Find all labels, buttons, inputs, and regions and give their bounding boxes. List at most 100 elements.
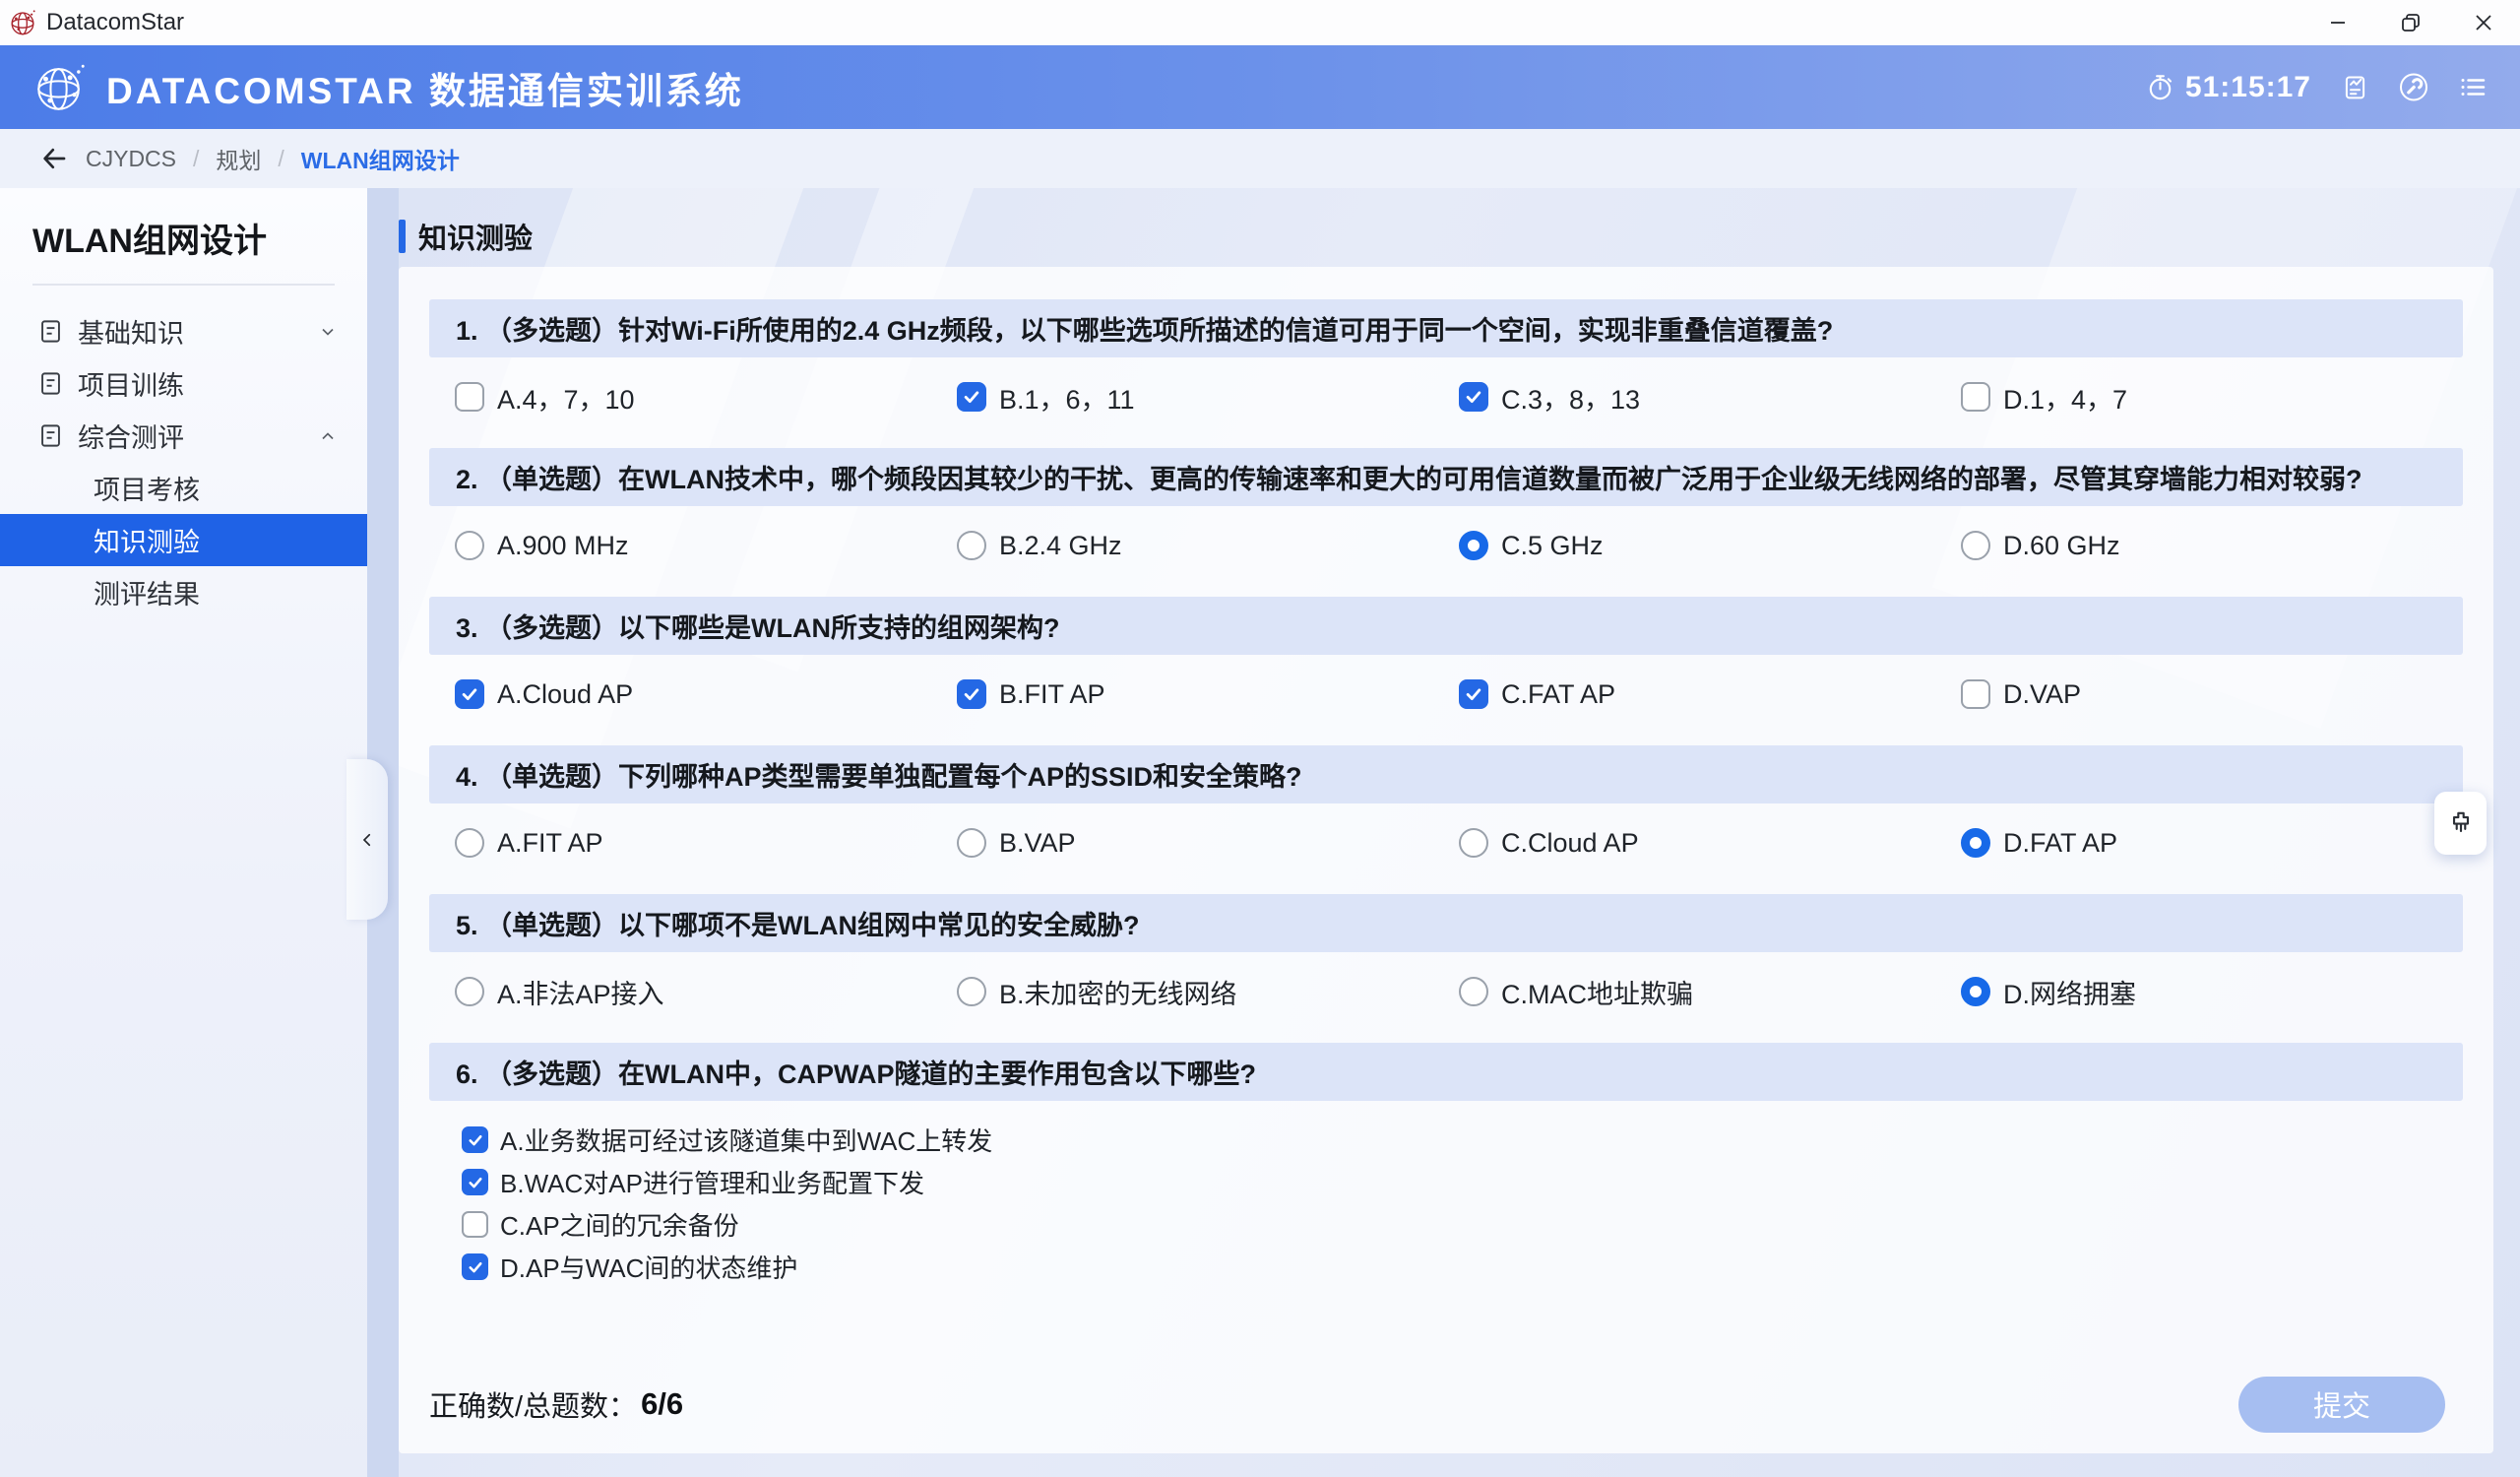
exam-report-button[interactable] [2339,72,2370,103]
brand: DATACOMSTAR 数据通信实训系统 [32,59,744,116]
sidebar-item-label: 综合测评 [78,417,184,455]
radio-icon[interactable] [455,828,484,858]
option-d[interactable]: D.1，4，7 [1961,378,2463,417]
course-title: WLAN组网设计 [32,214,367,262]
option-c[interactable]: C.MAC地址欺骗 [1459,973,1961,1011]
option-a[interactable]: A.FIT AP [455,828,957,859]
option-c[interactable]: C.AP之间的冗余备份 [462,1203,2493,1246]
option-c[interactable]: C.3，8，13 [1459,378,1961,417]
sidebar-item-basics[interactable]: 基础知识 [0,305,367,357]
clean-tool-button[interactable] [2434,792,2487,855]
option-label: C.Cloud AP [1501,828,1639,859]
option-d[interactable]: D.60 GHz [1961,531,2463,561]
option-b[interactable]: B.1，6，11 [957,378,1459,417]
question-text: 6. （多选题）在WLAN中，CAPWAP隧道的主要作用包含以下哪些? [429,1043,2463,1101]
stopwatch-icon [2145,72,2175,102]
options-row: A.非法AP接入 B.未加密的无线网络 C.MAC地址欺骗 D.网络拥塞 [399,964,2493,1019]
option-d[interactable]: D.网络拥塞 [1961,973,2463,1011]
sidebar-item-results[interactable]: 测评结果 [0,566,367,618]
option-label: A.Cloud AP [497,679,633,710]
checkbox-icon[interactable] [455,382,484,412]
option-label: B.WAC对AP进行管理和业务配置下发 [500,1164,924,1200]
options-row: A.900 MHz B.2.4 GHz C.5 GHz D.60 GHz [399,518,2493,573]
radio-icon[interactable] [455,531,484,560]
question-text: 1. （多选题）针对Wi-Fi所使用的2.4 GHz频段，以下哪些选项所描述的信… [429,299,2463,357]
checkbox-icon[interactable] [455,679,484,709]
breadcrumb-item-plan[interactable]: 规划 [216,142,261,175]
breadcrumb-item-current: WLAN组网设计 [301,142,460,175]
option-label: A.900 MHz [497,531,629,561]
sidebar-item-knowledge-quiz[interactable]: 知识测验 [0,514,367,566]
option-d[interactable]: D.AP与WAC间的状态维护 [462,1246,2493,1288]
option-a[interactable]: A.非法AP接入 [455,973,957,1011]
option-a[interactable]: A.4，7，10 [455,378,957,417]
option-label: D.网络拥塞 [2003,973,2136,1011]
option-label: D.1，4，7 [2003,378,2127,417]
radio-icon[interactable] [1459,828,1488,858]
radio-icon[interactable] [1459,977,1488,1006]
checkbox-icon[interactable] [462,1253,488,1280]
question-1: 1. （多选题）针对Wi-Fi所使用的2.4 GHz频段，以下哪些选项所描述的信… [399,299,2493,424]
option-c[interactable]: C.5 GHz [1459,531,1961,561]
heading-accent-bar [399,220,406,253]
option-d[interactable]: D.VAP [1961,679,2463,710]
tools-button[interactable] [2398,72,2429,103]
section-title: 知识测验 [418,216,533,257]
window-title: DatacomStar [46,9,184,36]
radio-icon[interactable] [957,531,986,560]
option-b[interactable]: B.FIT AP [957,679,1459,710]
sidebar: WLAN组网设计 基础知识 项目训练 [0,188,367,1477]
divider [32,284,335,286]
option-a[interactable]: A.业务数据可经过该隧道集中到WAC上转发 [462,1119,2493,1161]
submit-button[interactable]: 提交 [2238,1377,2445,1433]
checkbox-icon[interactable] [462,1126,488,1153]
sidebar-item-training[interactable]: 项目训练 [0,357,367,410]
score-value: 6/6 [641,1386,683,1422]
option-b[interactable]: B.未加密的无线网络 [957,973,1459,1011]
radio-icon[interactable] [1961,828,1990,858]
document-icon [37,318,64,345]
checkbox-icon[interactable] [957,679,986,709]
radio-icon[interactable] [957,828,986,858]
checkbox-icon[interactable] [957,382,986,412]
radio-icon[interactable] [1961,977,1990,1006]
checkbox-icon[interactable] [1459,382,1488,412]
option-a[interactable]: A.900 MHz [455,531,957,561]
sidebar-collapse-handle[interactable] [346,759,388,920]
question-5: 5. （单选题）以下哪项不是WLAN组网中常见的安全威胁? A.非法AP接入 B… [399,894,2493,1019]
option-b[interactable]: B.VAP [957,828,1459,859]
checkbox-icon[interactable] [1961,679,1990,709]
option-d[interactable]: D.FAT AP [1961,828,2463,859]
sidebar-item-label: 项目训练 [78,364,184,403]
option-a[interactable]: A.Cloud AP [455,679,957,710]
checkbox-icon[interactable] [462,1169,488,1195]
option-b[interactable]: B.2.4 GHz [957,531,1459,561]
checkbox-icon[interactable] [1459,679,1488,709]
sidebar-item-project-exam[interactable]: 项目考核 [0,462,367,514]
app-header: DATACOMSTAR 数据通信实训系统 51:15:17 [0,45,2520,129]
menu-list-button[interactable] [2457,72,2488,103]
minimize-button[interactable] [2301,0,2374,45]
radio-icon[interactable] [1961,531,1990,560]
option-b[interactable]: B.WAC对AP进行管理和业务配置下发 [462,1161,2493,1203]
option-label: C.5 GHz [1501,531,1604,561]
sidebar-item-assessment[interactable]: 综合测评 [0,410,367,462]
breadcrumb: CJYDCS / 规划 / WLAN组网设计 [0,129,2520,188]
chevron-up-icon [318,426,338,446]
radio-icon[interactable] [957,977,986,1006]
close-button[interactable] [2447,0,2520,45]
breadcrumb-item-root[interactable]: CJYDCS [86,146,176,172]
back-arrow-icon[interactable] [39,144,69,173]
brand-globe-icon [32,59,89,116]
option-c[interactable]: C.Cloud AP [1459,828,1961,859]
option-label: D.VAP [2003,679,2081,710]
app-window: { "titlebar": { "app_name": "DatacomStar… [0,0,2520,1477]
checkbox-icon[interactable] [1961,382,1990,412]
radio-icon[interactable] [1459,531,1488,560]
restore-button[interactable] [2374,0,2447,45]
breadcrumb-separator: / [278,146,284,172]
option-c[interactable]: C.FAT AP [1459,679,1961,710]
checkbox-icon[interactable] [462,1211,488,1238]
option-label: C.3，8，13 [1501,378,1640,417]
radio-icon[interactable] [455,977,484,1006]
